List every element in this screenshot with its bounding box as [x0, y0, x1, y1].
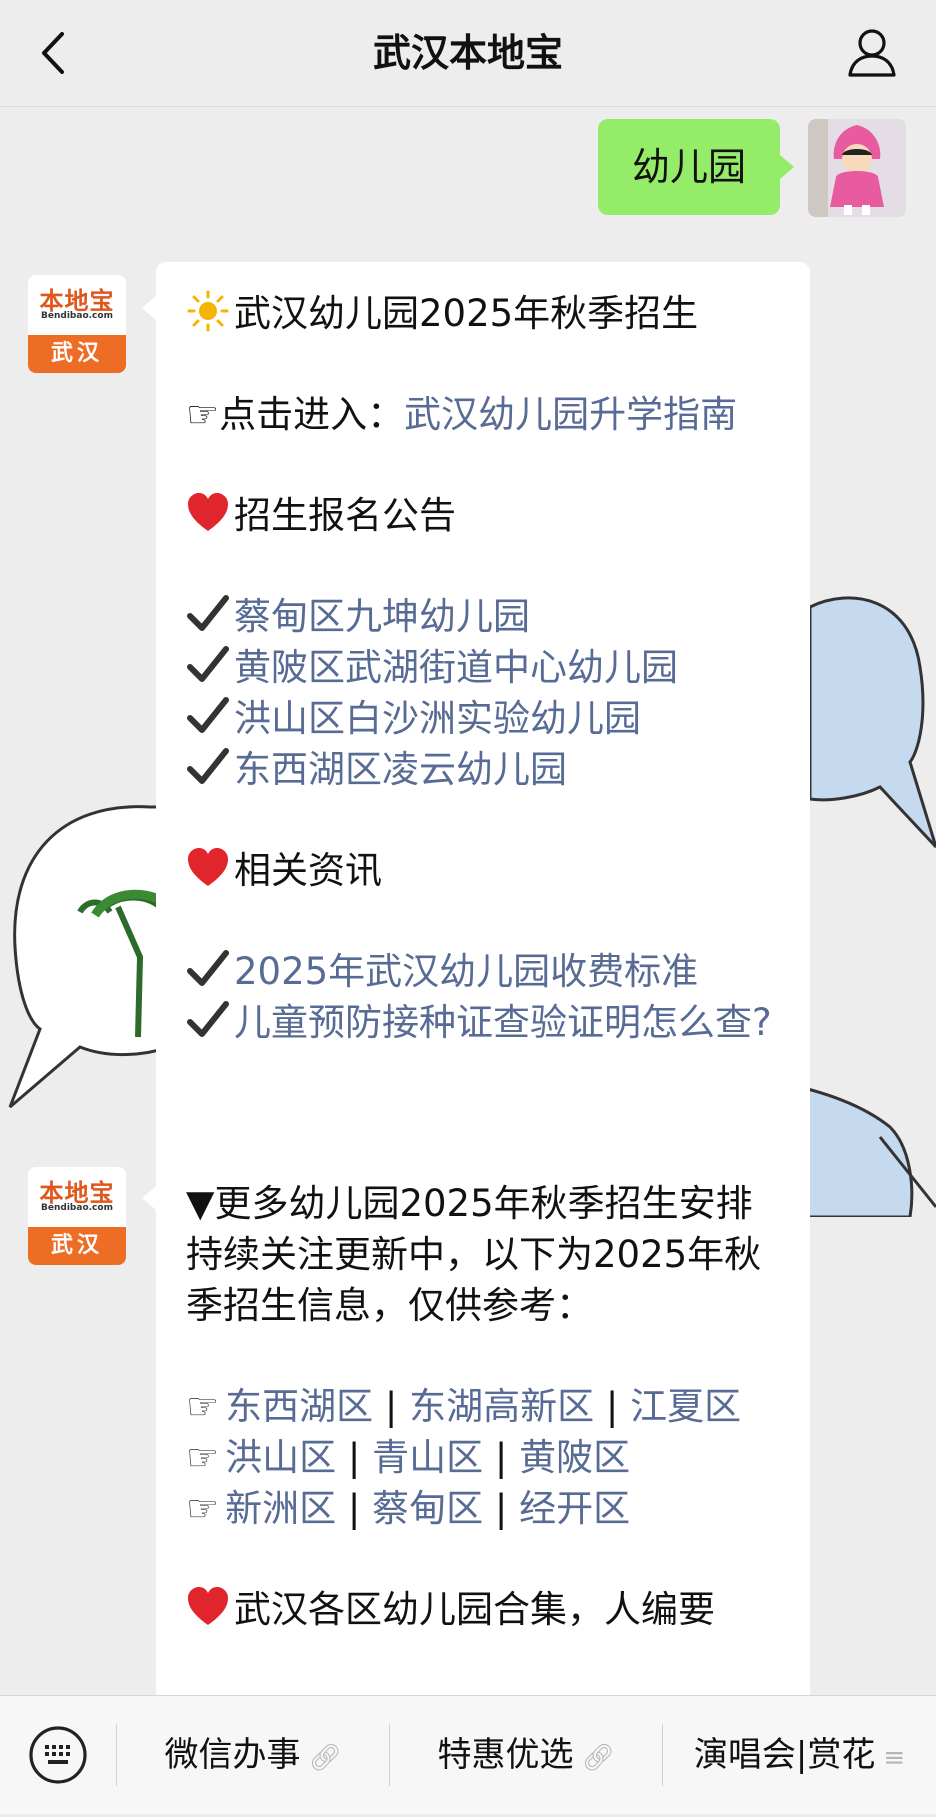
district-link[interactable]: 洪山区: [225, 1436, 336, 1479]
heart-icon: [188, 1587, 228, 1625]
brand-domain: Bendibao.com: [41, 1203, 113, 1213]
notice-link-item[interactable]: 黄陂区武湖街道中心幼儿园: [186, 642, 780, 693]
menu-item-concerts[interactable]: 演唱会|赏花 ≡: [663, 1696, 936, 1814]
district-link[interactable]: 黄陂区: [519, 1436, 630, 1479]
checkmark-icon: [187, 646, 229, 682]
checkmark-icon: [187, 950, 229, 986]
background-cloud-illustration: [810, 596, 936, 849]
district-link-row: ☞ 东西湖区 | 东湖高新区 | 江夏区: [186, 1381, 780, 1432]
heart-icon: [188, 848, 228, 886]
separator: |: [373, 1385, 410, 1428]
notice-link-item[interactable]: 东西湖区凌云幼儿园: [186, 744, 780, 795]
guide-prefix: ☞点击进入：: [186, 393, 405, 436]
profile-icon[interactable]: [846, 26, 898, 78]
page-title: 武汉本地宝: [372, 31, 563, 75]
message-intro: ▼更多幼儿园2025年秋季招生安排持续关注更新中，以下为2025年秋季招生信息，…: [186, 1182, 762, 1327]
chat-header: 武汉本地宝: [0, 0, 936, 107]
section-title: 相关资讯: [234, 849, 382, 892]
bottom-menu-bar: 微信办事 🔗︎ 特惠优选 🔗︎ 演唱会|赏花 ≡: [0, 1695, 936, 1814]
district-link-row: ☞ 洪山区 | 青山区 | 黄陂区: [186, 1432, 780, 1483]
checkmark-icon: [187, 697, 229, 733]
news-link-item[interactable]: 2025年武汉幼儿园收费标准: [186, 946, 780, 997]
district-link-row: ☞ 新洲区 | 蔡甸区 | 经开区: [186, 1483, 780, 1534]
pointing-hand-icon: ☞: [186, 1385, 220, 1428]
district-link[interactable]: 江夏区: [630, 1385, 741, 1428]
message-title: 武汉幼儿园2025年秋季招生: [234, 292, 699, 335]
notice-link-item[interactable]: 洪山区白沙洲实验幼儿园: [186, 693, 780, 744]
separator: |: [594, 1385, 631, 1428]
separator: |: [483, 1487, 520, 1530]
notice-link-item[interactable]: 蔡甸区九坤幼儿园: [186, 591, 780, 642]
brand-city: 武汉: [28, 335, 126, 373]
user-avatar[interactable]: [808, 119, 906, 217]
guide-link[interactable]: 武汉幼儿园升学指南: [404, 393, 737, 436]
checkmark-icon: [187, 595, 229, 631]
district-link[interactable]: 经开区: [519, 1487, 630, 1530]
link-icon: 🔗︎: [308, 1743, 342, 1773]
section-heading: 招生报名公告: [186, 490, 780, 541]
district-link[interactable]: 新洲区: [225, 1487, 336, 1530]
message-title-line: 武汉幼儿园2025年秋季招生: [186, 288, 780, 339]
district-link[interactable]: 东西湖区: [225, 1385, 373, 1428]
pointing-hand-icon: ☞: [186, 1436, 220, 1479]
keyboard-icon[interactable]: [0, 1696, 116, 1814]
pointing-hand-icon: ☞: [186, 1487, 220, 1530]
separator: |: [336, 1436, 373, 1479]
cartoon-avatar-icon: [808, 119, 906, 217]
cut-off-text: 武汉各区幼儿园合集，人编要: [234, 1588, 715, 1631]
chat-area[interactable]: 幼儿园 本地宝 Bendibao.com 武汉 武汉幼儿园2025年秋季招生 ☞…: [0, 107, 936, 1695]
section-title: 招生报名公告: [234, 494, 456, 537]
sun-icon: [187, 290, 229, 332]
bot-message-bubble[interactable]: 武汉幼儿园2025年秋季招生 ☞点击进入：武汉幼儿园升学指南 招生报名公告 蔡甸…: [142, 262, 810, 1217]
separator: |: [336, 1487, 373, 1530]
checkmark-icon: [187, 1001, 229, 1037]
menu-item-deals[interactable]: 特惠优选 🔗︎: [390, 1696, 662, 1814]
menu-icon: ≡: [883, 1743, 906, 1773]
district-link[interactable]: 蔡甸区: [372, 1487, 483, 1530]
section-heading: 相关资讯: [186, 845, 780, 896]
district-link[interactable]: 青山区: [372, 1436, 483, 1479]
guide-line: ☞点击进入：武汉幼儿园升学指南: [186, 389, 780, 440]
background-cloud-illustration: [8, 805, 170, 1109]
district-link[interactable]: 东湖高新区: [409, 1385, 594, 1428]
link-icon: 🔗︎: [581, 1743, 615, 1773]
heart-icon: [188, 493, 228, 531]
bot-avatar[interactable]: 本地宝 Bendibao.com 武汉: [28, 275, 126, 373]
separator: |: [483, 1436, 520, 1479]
bot-avatar[interactable]: 本地宝 Bendibao.com 武汉: [28, 1167, 126, 1265]
brand-domain: Bendibao.com: [41, 311, 113, 321]
news-link-item[interactable]: 儿童预防接种证查验证明怎么查?: [186, 997, 780, 1048]
menu-item-services[interactable]: 微信办事 🔗︎: [117, 1696, 389, 1814]
user-message-bubble[interactable]: 幼儿园: [598, 119, 794, 215]
brand-city: 武汉: [28, 1227, 126, 1265]
bot-message-bubble[interactable]: ▼更多幼儿园2025年秋季招生安排持续关注更新中，以下为2025年秋季招生信息，…: [142, 1152, 810, 1695]
cut-off-line: 武汉各区幼儿园合集，人编要: [186, 1584, 780, 1635]
checkmark-icon: [187, 748, 229, 784]
